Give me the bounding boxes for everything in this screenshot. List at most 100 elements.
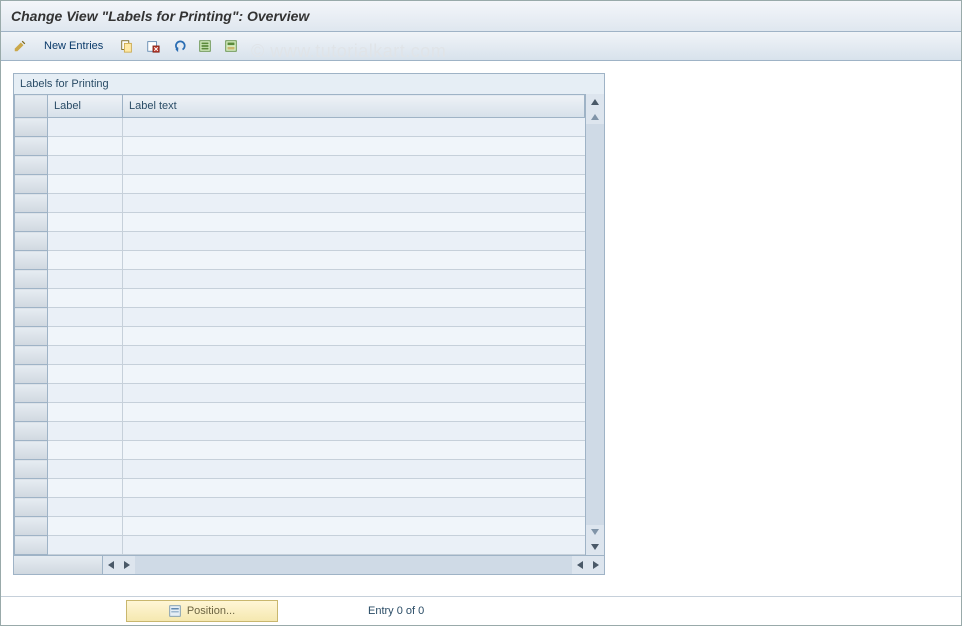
row-selector[interactable] (15, 137, 48, 156)
labeltext-input[interactable] (123, 232, 603, 250)
select-all-icon[interactable] (194, 35, 216, 57)
table-row (15, 327, 604, 346)
labeltext-input[interactable] (123, 403, 603, 421)
toggle-pencil-icon[interactable] (9, 35, 31, 57)
label-input[interactable] (48, 365, 122, 383)
scroll-down-button[interactable] (586, 539, 604, 555)
labeltext-input[interactable] (123, 213, 603, 231)
scroll-left-end-button[interactable] (572, 556, 588, 574)
labeltext-input[interactable] (123, 384, 603, 402)
label-input[interactable] (48, 422, 122, 440)
position-icon (169, 605, 181, 617)
scroll-right-end-button[interactable] (588, 556, 604, 574)
row-selector[interactable] (15, 498, 48, 517)
table-row (15, 308, 604, 327)
undo-icon[interactable] (168, 35, 190, 57)
labeltext-input[interactable] (123, 460, 603, 478)
row-selector[interactable] (15, 175, 48, 194)
position-button[interactable]: Position... (126, 600, 278, 622)
row-selector[interactable] (15, 460, 48, 479)
cell-labeltext (123, 365, 604, 384)
row-selector[interactable] (15, 365, 48, 384)
hscroll-track[interactable] (135, 556, 572, 574)
labeltext-input[interactable] (123, 346, 603, 364)
col-label-header[interactable]: Label (48, 95, 123, 118)
label-input[interactable] (48, 403, 122, 421)
copy-icon[interactable] (116, 35, 138, 57)
labeltext-input[interactable] (123, 327, 603, 345)
delete-icon[interactable] (142, 35, 164, 57)
labeltext-input[interactable] (123, 308, 603, 326)
row-selector[interactable] (15, 327, 48, 346)
row-selector[interactable] (15, 251, 48, 270)
label-input[interactable] (48, 517, 122, 535)
labeltext-input[interactable] (123, 498, 603, 516)
labeltext-input[interactable] (123, 441, 603, 459)
label-input[interactable] (48, 156, 122, 174)
scroll-right-button[interactable] (119, 556, 135, 574)
scroll-up-button[interactable] (586, 94, 604, 110)
labeltext-input[interactable] (123, 536, 603, 554)
labeltext-input[interactable] (123, 194, 603, 212)
labeltext-input[interactable] (123, 422, 603, 440)
label-input[interactable] (48, 346, 122, 364)
cell-label (48, 365, 123, 384)
new-entries-button[interactable]: New Entries (35, 35, 112, 57)
row-selector[interactable] (15, 289, 48, 308)
label-input[interactable] (48, 327, 122, 345)
label-input[interactable] (48, 536, 122, 554)
labeltext-input[interactable] (123, 365, 603, 383)
label-input[interactable] (48, 251, 122, 269)
cell-label (48, 460, 123, 479)
labeltext-input[interactable] (123, 118, 603, 136)
horizontal-scrollbar[interactable] (14, 555, 604, 574)
row-selector[interactable] (15, 403, 48, 422)
labeltext-input[interactable] (123, 251, 603, 269)
label-input[interactable] (48, 308, 122, 326)
label-input[interactable] (48, 175, 122, 193)
label-input[interactable] (48, 213, 122, 231)
row-selector[interactable] (15, 384, 48, 403)
scroll-down-button-2[interactable] (586, 525, 604, 539)
row-selector[interactable] (15, 270, 48, 289)
labeltext-input[interactable] (123, 289, 603, 307)
label-input[interactable] (48, 479, 122, 497)
label-input[interactable] (48, 460, 122, 478)
col-labeltext-header[interactable]: Label text (123, 95, 585, 118)
row-selector[interactable] (15, 517, 48, 536)
label-input[interactable] (48, 441, 122, 459)
row-selector[interactable] (15, 479, 48, 498)
scroll-left-button[interactable] (103, 556, 119, 574)
row-selector[interactable] (15, 441, 48, 460)
row-selector[interactable] (15, 536, 48, 555)
label-input[interactable] (48, 498, 122, 516)
row-selector[interactable] (15, 232, 48, 251)
labeltext-input[interactable] (123, 137, 603, 155)
label-input[interactable] (48, 289, 122, 307)
row-selector[interactable] (15, 194, 48, 213)
labeltext-input[interactable] (123, 517, 603, 535)
cell-label (48, 384, 123, 403)
label-input[interactable] (48, 118, 122, 136)
row-selector[interactable] (15, 422, 48, 441)
label-input[interactable] (48, 194, 122, 212)
labeltext-input[interactable] (123, 479, 603, 497)
scroll-track[interactable] (586, 124, 604, 525)
label-input[interactable] (48, 232, 122, 250)
labeltext-input[interactable] (123, 270, 603, 288)
label-input[interactable] (48, 384, 122, 402)
row-selector[interactable] (15, 308, 48, 327)
cell-label (48, 251, 123, 270)
table-row (15, 498, 604, 517)
vertical-scrollbar[interactable] (585, 94, 604, 555)
label-input[interactable] (48, 137, 122, 155)
scroll-up-button-2[interactable] (586, 110, 604, 124)
label-input[interactable] (48, 270, 122, 288)
row-selector[interactable] (15, 346, 48, 365)
row-selector[interactable] (15, 213, 48, 232)
row-selector[interactable] (15, 118, 48, 137)
select-block-icon[interactable] (220, 35, 242, 57)
labeltext-input[interactable] (123, 175, 603, 193)
row-selector[interactable] (15, 156, 48, 175)
labeltext-input[interactable] (123, 156, 603, 174)
